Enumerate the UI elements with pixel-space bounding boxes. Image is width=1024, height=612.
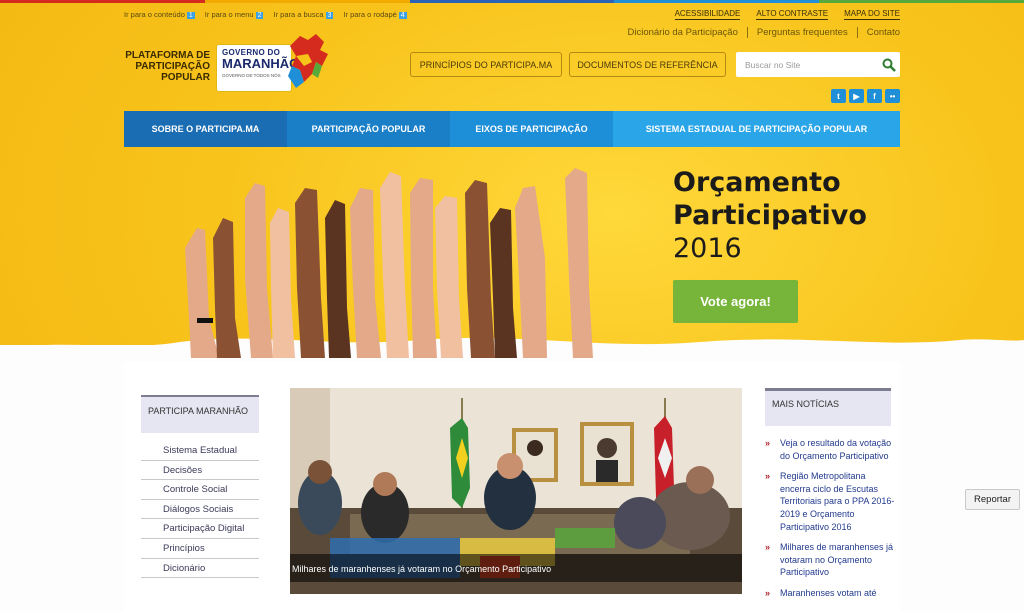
sidebar-item-decisions[interactable]: Decisões (141, 461, 259, 481)
raised-hands-image (185, 168, 593, 358)
sidebar-menu: Sistema Estadual Decisões Controle Socia… (141, 441, 259, 579)
chevron-right-icon: » (765, 438, 771, 448)
sidebar-item-principles[interactable]: Princípios (141, 539, 259, 559)
sidebar-item-social-dialogues[interactable]: Diálogos Sociais (141, 500, 259, 520)
sitemap-link[interactable]: MAPA DO SITE (844, 9, 900, 20)
skip-link-content[interactable]: Ir para o conteúdo 1 (124, 10, 195, 19)
flickr-icon[interactable]: •• (885, 89, 900, 103)
skip-link-search[interactable]: Ir para a busca 3 (273, 10, 334, 19)
main-nav: SOBRE O PARTICIPA.MA PARTICIPAÇÃO POPULA… (124, 111, 900, 147)
more-news-heading: MAIS NOTÍCIAS (765, 388, 891, 426)
nav-participation-axes[interactable]: EIXOS DE PARTICIPAÇÃO (450, 111, 613, 147)
search-box (736, 52, 900, 77)
nav-popular-participation[interactable]: PARTICIPAÇÃO POPULAR (287, 111, 450, 147)
facebook-icon[interactable]: f (867, 89, 882, 103)
high-contrast-link[interactable]: ALTO CONTRASTE (756, 9, 829, 20)
utility-links: ACESSIBILIDADE ALTO CONTRASTE MAPA DO SI… (674, 9, 900, 20)
skip-link-footer[interactable]: Ir para o rodapé 4 (343, 10, 407, 19)
reference-documents-button[interactable]: DOCUMENTOS DE REFERÊNCIA (569, 52, 726, 77)
platform-title[interactable]: PLATAFORMA DE PARTICIPAÇÃO POPULAR (124, 50, 210, 83)
report-button[interactable]: Reportar (965, 489, 1020, 510)
contact-link[interactable]: Contato (856, 27, 900, 38)
news-item[interactable]: » Maranhenses votam até (765, 587, 895, 600)
search-input[interactable] (736, 59, 876, 70)
chevron-right-icon: » (765, 587, 771, 598)
chevron-right-icon: » (765, 471, 771, 482)
color-strip (0, 0, 1024, 3)
news-item[interactable]: » Milhares de maranhenses já votaram no O… (765, 541, 895, 579)
hero-title: Orçamento Participativo 2016 (673, 167, 867, 264)
principles-button[interactable]: PRINCÍPIOS DO PARTICIPA.MA (410, 52, 562, 77)
news-item[interactable]: » Região Metropolitana encerra ciclo de E… (765, 470, 895, 533)
dictionary-link[interactable]: Dicionário da Participação (619, 27, 747, 38)
nav-state-system[interactable]: SISTEMA ESTADUAL DE PARTICIPAÇÃO POPULAR (613, 111, 900, 147)
sidebar-item-social-control[interactable]: Controle Social (141, 480, 259, 500)
state-map-icon (288, 34, 328, 88)
chevron-right-icon: » (765, 542, 771, 553)
skip-links: Ir para o conteúdo 1 Ir para o menu 2 Ir p… (124, 10, 407, 19)
featured-news-photo[interactable]: Milhares de maranhenses já votaram no Or… (290, 388, 742, 594)
faq-link[interactable]: Perguntas frequentes (746, 27, 857, 38)
nav-about[interactable]: SOBRE O PARTICIPA.MA (124, 111, 287, 147)
skip-link-menu[interactable]: Ir para o menu 2 (205, 10, 264, 19)
search-icon[interactable] (882, 58, 896, 72)
sidebar-heading: PARTICIPA MARANHÃO (141, 395, 259, 433)
social-links: t ▶ f •• (831, 89, 900, 103)
news-item[interactable]: » Veja o resultado da votação do Orçament… (765, 437, 895, 462)
sidebar-item-dictionary[interactable]: Dicionário (141, 559, 259, 579)
government-logo[interactable]: GOVERNO DO MARANHÃO GOVERNO DE TODOS NÓS (216, 32, 334, 94)
accessibility-link[interactable]: ACESSIBILIDADE (674, 9, 741, 20)
secondary-links: Dicionário da Participação Perguntas fre… (619, 27, 900, 38)
sidebar-item-state-system[interactable]: Sistema Estadual (141, 441, 259, 461)
news-list: » Veja o resultado da votação do Orçament… (765, 437, 895, 608)
youtube-icon[interactable]: ▶ (849, 89, 864, 103)
twitter-icon[interactable]: t (831, 89, 846, 103)
featured-news-caption[interactable]: Milhares de maranhenses já votaram no Or… (290, 554, 742, 582)
vote-now-button[interactable]: Vote agora! (673, 280, 798, 323)
sidebar-item-digital-participation[interactable]: Participação Digital (141, 519, 259, 539)
